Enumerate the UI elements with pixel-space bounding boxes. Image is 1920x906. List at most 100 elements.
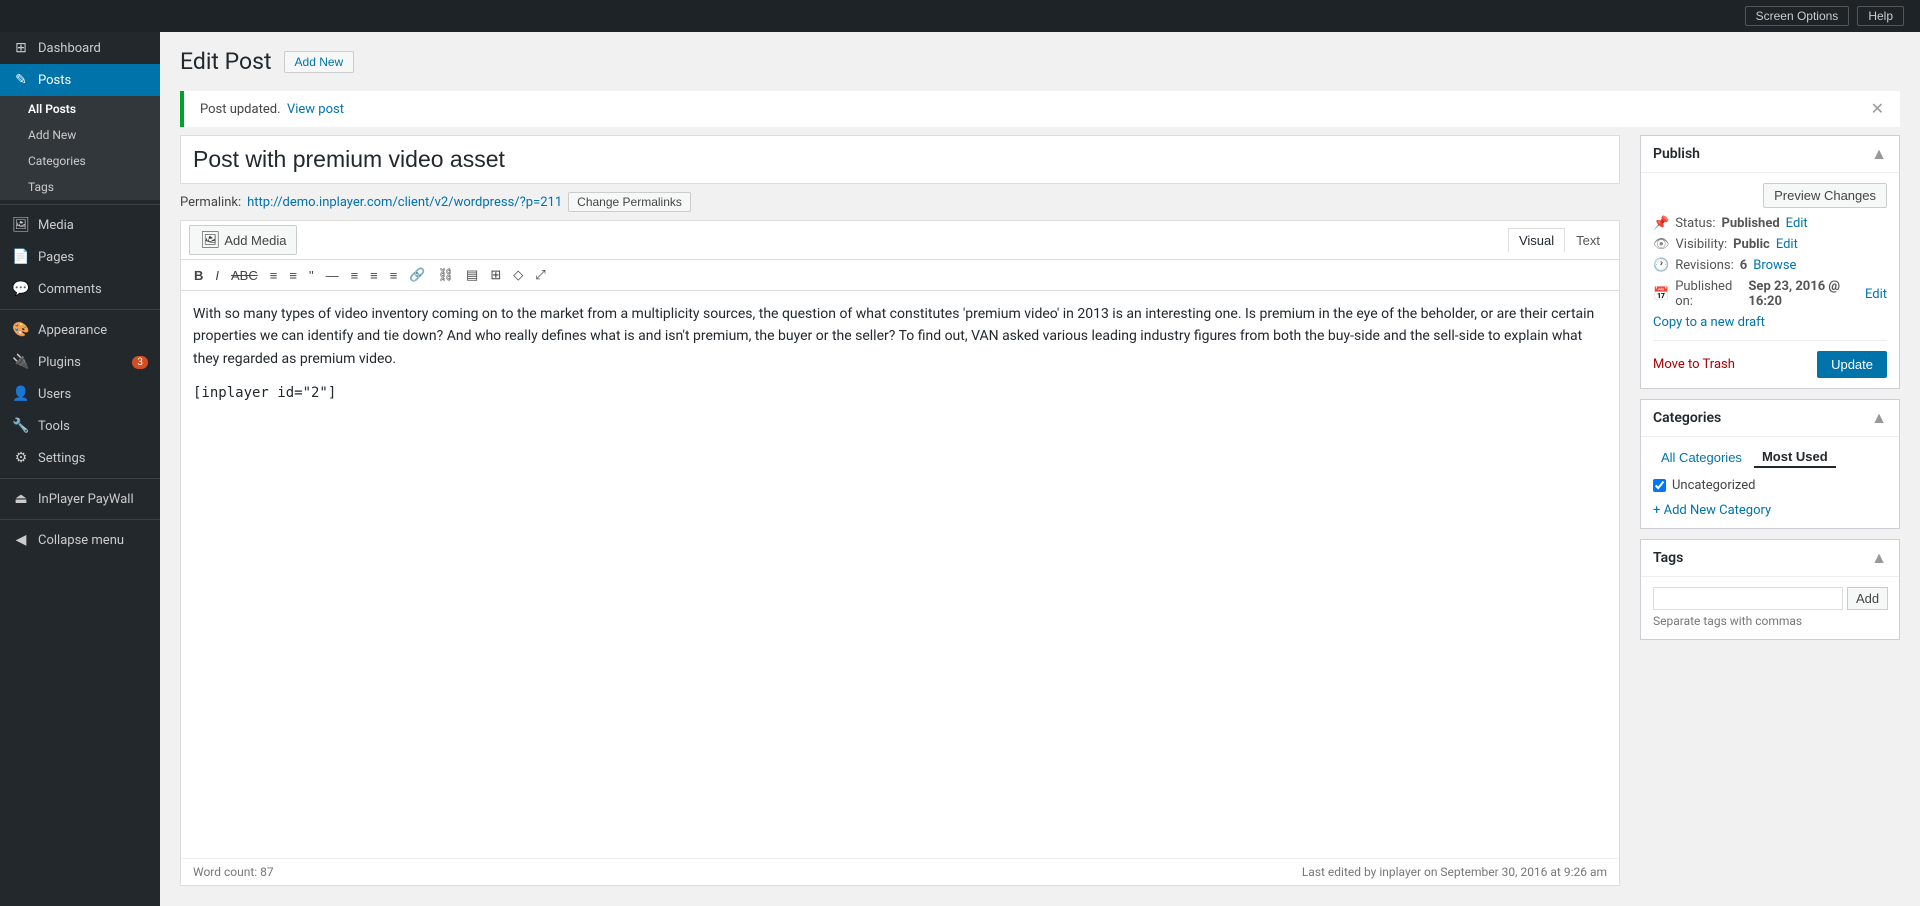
visibility-value: Public bbox=[1733, 237, 1770, 252]
toolbar-unlink[interactable]: ⛓ bbox=[433, 264, 460, 286]
sidebar-item-collapse[interactable]: ◀ Collapse menu bbox=[0, 524, 160, 556]
categories-tabs: All Categories Most Used bbox=[1653, 447, 1887, 468]
post-title-input[interactable] bbox=[180, 135, 1620, 184]
published-on-value: Sep 23, 2016 @ 16:20 bbox=[1748, 279, 1859, 309]
sidebar-item-categories[interactable]: Categories bbox=[0, 148, 160, 174]
toolbar-hr[interactable]: — bbox=[321, 265, 344, 286]
sidebar-item-plugins[interactable]: 🔌 Plugins 3 bbox=[0, 346, 160, 378]
sidebar-item-comments[interactable]: 💬 Comments bbox=[0, 273, 160, 305]
published-on-edit-link[interactable]: Edit bbox=[1865, 287, 1887, 302]
tags-label: Tags bbox=[28, 180, 54, 194]
status-label: Status: bbox=[1675, 216, 1715, 231]
editor-content[interactable]: With so many types of video inventory co… bbox=[181, 291, 1619, 858]
sidebar-item-add-new[interactable]: Add New bbox=[0, 122, 160, 148]
permalink-label: Permalink: bbox=[180, 195, 241, 210]
sidebar-item-posts[interactable]: ✎ Posts bbox=[0, 64, 160, 96]
sidebar-item-tools[interactable]: 🔧 Tools bbox=[0, 410, 160, 442]
notification-bar: Post updated. View post ✕ bbox=[180, 91, 1900, 127]
category-item-uncategorized: Uncategorized bbox=[1653, 476, 1887, 495]
categories-meta-box-body: All Categories Most Used Uncategorized +… bbox=[1641, 437, 1899, 528]
toolbar-align-right[interactable]: ≡ bbox=[385, 265, 403, 286]
post-shortcode: [inplayer id="2"] bbox=[193, 382, 1607, 404]
sidebar-item-users[interactable]: 👤 Users bbox=[0, 378, 160, 410]
copy-draft-link[interactable]: Copy to a new draft bbox=[1653, 315, 1887, 330]
category-checkbox-uncategorized[interactable] bbox=[1653, 479, 1666, 492]
status-row: 📌 Status: Published Edit bbox=[1653, 216, 1887, 231]
toolbar-link[interactable]: 🔗 bbox=[404, 264, 430, 286]
content-area: Edit Post Add New Post updated. View pos… bbox=[160, 32, 1920, 906]
most-used-tab[interactable]: Most Used bbox=[1754, 447, 1836, 468]
help-button[interactable]: Help bbox=[1857, 6, 1904, 26]
tab-text[interactable]: Text bbox=[1565, 228, 1611, 252]
wp-layout: ⊞ Dashboard ✎ Posts All Posts Add New Ca… bbox=[0, 32, 1920, 906]
sidebar-item-pages[interactable]: 📄 Pages bbox=[0, 241, 160, 273]
all-posts-label: All Posts bbox=[28, 102, 76, 116]
visibility-label: Visibility: bbox=[1676, 237, 1728, 252]
toolbar-align-center[interactable]: ≡ bbox=[365, 265, 383, 286]
sidebar-item-inplayer[interactable]: ⏏ InPlayer PayWall bbox=[0, 483, 160, 515]
tags-input[interactable] bbox=[1653, 587, 1843, 610]
visibility-icon: 👁 bbox=[1653, 237, 1670, 252]
permalink-link[interactable]: http://demo.inplayer.com/client/v2/wordp… bbox=[247, 195, 562, 210]
collapse-label: Collapse menu bbox=[38, 533, 124, 548]
toolbar-bold[interactable]: B bbox=[189, 265, 208, 286]
add-media-button[interactable]: 🖼 Add Media bbox=[189, 225, 297, 255]
screen-options-button[interactable]: Screen Options bbox=[1745, 6, 1850, 26]
status-edit-link[interactable]: Edit bbox=[1786, 216, 1808, 231]
sidebar-item-all-posts[interactable]: All Posts bbox=[0, 96, 160, 122]
publish-toggle-icon: ▲ bbox=[1871, 144, 1887, 164]
notification-close-button[interactable]: ✕ bbox=[1871, 99, 1884, 119]
view-post-link[interactable]: View post bbox=[287, 102, 344, 117]
editor-tabs: Visual Text bbox=[1508, 228, 1611, 252]
inplayer-icon: ⏏ bbox=[12, 491, 30, 507]
page-title: Edit Post bbox=[180, 48, 272, 75]
toolbar-align-left[interactable]: ≡ bbox=[346, 265, 364, 286]
published-on-icon: 📅 bbox=[1653, 287, 1669, 302]
add-new-button[interactable]: Add New bbox=[284, 51, 355, 73]
categories-meta-box-header[interactable]: Categories ▲ bbox=[1641, 400, 1899, 437]
notification-message: Post updated. View post bbox=[200, 102, 344, 117]
sidebar-item-label: Tools bbox=[38, 419, 70, 434]
sidebar-item-settings[interactable]: ⚙ Settings bbox=[0, 442, 160, 474]
all-categories-tab[interactable]: All Categories bbox=[1653, 447, 1750, 468]
add-new-category-link[interactable]: + Add New Category bbox=[1653, 503, 1887, 518]
toolbar-italic[interactable]: I bbox=[210, 265, 224, 286]
toolbar-strikethrough[interactable]: ABC bbox=[226, 265, 263, 286]
sidebar-divider-2 bbox=[0, 309, 160, 310]
tags-toggle-icon: ▲ bbox=[1871, 548, 1887, 568]
sidebar-item-label: Comments bbox=[38, 282, 102, 297]
tags-meta-box-header[interactable]: Tags ▲ bbox=[1641, 540, 1899, 577]
toolbar-html[interactable]: ◇ bbox=[508, 264, 528, 286]
category-label-uncategorized: Uncategorized bbox=[1672, 478, 1755, 493]
tab-visual[interactable]: Visual bbox=[1508, 228, 1565, 252]
toolbar-blockquote[interactable]: " bbox=[304, 265, 319, 286]
toolbar-fullscreen[interactable]: ⤢ bbox=[530, 264, 550, 286]
move-to-trash-link[interactable]: Move to Trash bbox=[1653, 357, 1735, 372]
preview-changes-button[interactable]: Preview Changes bbox=[1763, 183, 1887, 208]
add-tag-button[interactable]: Add bbox=[1847, 587, 1888, 610]
change-permalink-button[interactable]: Change Permalinks bbox=[568, 192, 691, 212]
visibility-edit-link[interactable]: Edit bbox=[1776, 237, 1798, 252]
plugins-badge: 3 bbox=[132, 356, 148, 369]
sidebar-item-tags[interactable]: Tags bbox=[0, 174, 160, 200]
revisions-browse-link[interactable]: Browse bbox=[1753, 258, 1796, 273]
update-button[interactable]: Update bbox=[1817, 351, 1887, 378]
publish-meta-box-header[interactable]: Publish ▲ bbox=[1641, 136, 1899, 173]
revisions-row: 🕐 Revisions: 6 Browse bbox=[1653, 258, 1887, 273]
toolbar-row: B I ABC ≡ ≡ " — ≡ ≡ ≡ 🔗 ⛓ ▤ ⊞ ◇ bbox=[181, 260, 1619, 291]
toolbar-table[interactable]: ⊞ bbox=[485, 264, 506, 286]
sidebar-item-media[interactable]: 🖼 Media bbox=[0, 209, 160, 241]
pages-icon: 📄 bbox=[12, 249, 30, 265]
sidebar-item-dashboard[interactable]: ⊞ Dashboard bbox=[0, 32, 160, 64]
toolbar-more[interactable]: ▤ bbox=[461, 264, 483, 286]
categories-toggle-icon: ▲ bbox=[1871, 408, 1887, 428]
publish-title: Publish bbox=[1653, 146, 1700, 162]
users-icon: 👤 bbox=[12, 386, 30, 402]
sidebar-item-appearance[interactable]: 🎨 Appearance bbox=[0, 314, 160, 346]
appearance-icon: 🎨 bbox=[12, 322, 30, 338]
toolbar-ordered-list[interactable]: ≡ bbox=[284, 265, 302, 286]
plugins-icon: 🔌 bbox=[12, 354, 30, 370]
post-content-paragraph: With so many types of video inventory co… bbox=[193, 303, 1607, 370]
permalink-row: Permalink: http://demo.inplayer.com/clie… bbox=[180, 192, 1620, 212]
toolbar-unordered-list[interactable]: ≡ bbox=[265, 265, 283, 286]
